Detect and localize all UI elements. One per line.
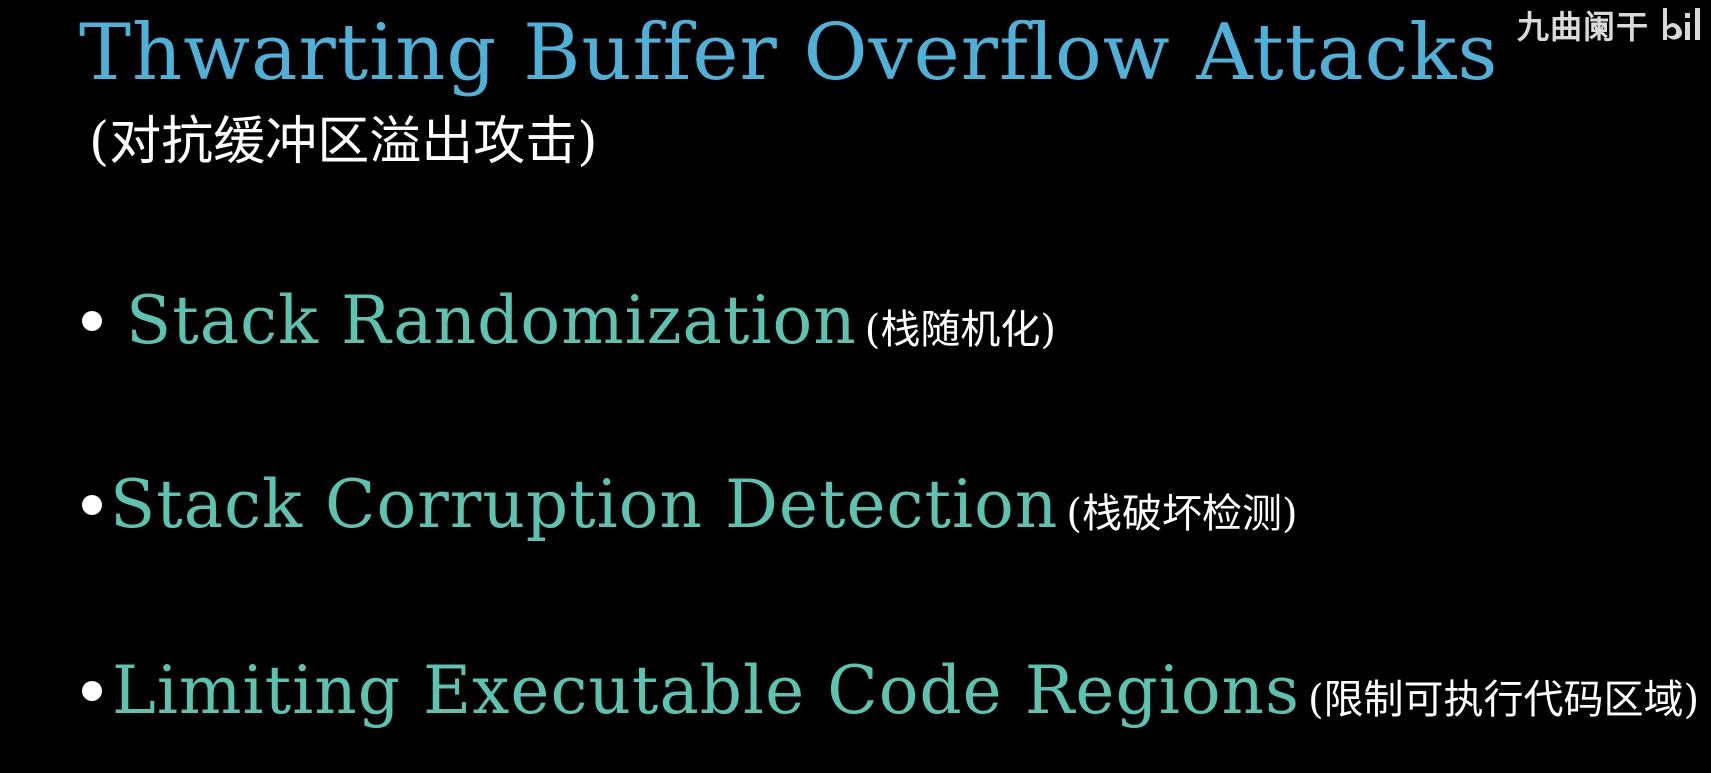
watermark-text: 九曲阑干 bbox=[1516, 8, 1649, 46]
bullet-dot-icon bbox=[82, 495, 102, 515]
bullet-translation: (栈破坏检测) bbox=[1066, 491, 1298, 537]
bullet-text: Limiting Executable Code Regions bbox=[112, 652, 1300, 729]
bullet-item-stack-corruption-detection: Stack Corruption Detection (栈破坏检测) bbox=[82, 472, 1298, 538]
bullet-item-limiting-executable-code-regions: Limiting Executable Code Regions (限制可执行代… bbox=[82, 658, 1699, 724]
bullet-item-stack-randomization: Stack Randomization (栈随机化) bbox=[82, 288, 1056, 354]
bullet-dot-icon bbox=[82, 681, 102, 701]
bullet-text: Stack Randomization bbox=[126, 282, 857, 359]
slide-subtitle: (对抗缓冲区溢出攻击) bbox=[89, 112, 598, 172]
bullet-text: Stack Corruption Detection bbox=[110, 466, 1059, 543]
bilibili-logo-icon bbox=[1663, 8, 1700, 40]
bullet-translation: (限制可执行代码区域) bbox=[1307, 677, 1700, 723]
bullet-dot-icon bbox=[82, 311, 102, 331]
watermark: 九曲阑干 bbox=[1517, 2, 1705, 48]
slide-title: Thwarting Buffer Overflow Attacks bbox=[79, 8, 1499, 98]
slide: Thwarting Buffer Overflow Attacks (对抗缓冲区… bbox=[0, 0, 1711, 773]
bullet-translation: (栈随机化) bbox=[864, 307, 1056, 353]
